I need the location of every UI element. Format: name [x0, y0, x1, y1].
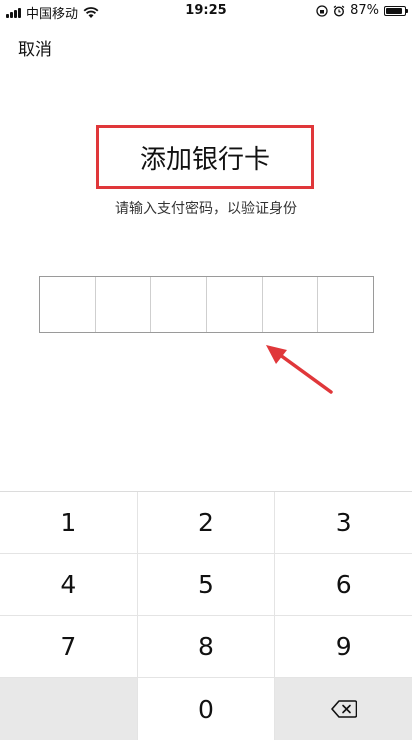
password-input[interactable] — [39, 276, 374, 333]
keypad-key-7[interactable]: 7 — [0, 616, 138, 677]
keypad-key-9[interactable]: 9 — [275, 616, 412, 677]
keypad-row: 789 — [0, 616, 412, 678]
delete-button[interactable] — [275, 678, 412, 740]
keypad-row: 0 — [0, 678, 412, 740]
pin-digit-box[interactable] — [96, 277, 152, 332]
battery-fill — [386, 7, 402, 14]
cancel-button[interactable]: 取消 — [18, 35, 52, 60]
keypad-key-8[interactable]: 8 — [138, 616, 276, 677]
numeric-keypad: 1234567890 — [0, 491, 412, 740]
keypad-key-4[interactable]: 4 — [0, 554, 138, 615]
keypad-row: 456 — [0, 554, 412, 616]
pin-digit-box[interactable] — [40, 277, 96, 332]
pin-digit-box[interactable] — [318, 277, 373, 332]
status-bar: 中国移动 19:25 87% — [0, 0, 412, 22]
rotation-lock-icon — [316, 4, 328, 17]
arrow-annotation-icon — [266, 345, 333, 394]
pin-digit-box[interactable] — [263, 277, 319, 332]
keypad-key-6[interactable]: 6 — [275, 554, 412, 615]
keypad-key-1[interactable]: 1 — [0, 492, 138, 553]
keypad-key-3[interactable]: 3 — [275, 492, 412, 553]
keypad-key-0[interactable]: 0 — [138, 678, 276, 740]
keypad-key-5[interactable]: 5 — [138, 554, 276, 615]
keypad-key-2[interactable]: 2 — [138, 492, 276, 553]
keypad-blank — [0, 678, 138, 740]
page-title: 添加银行卡 — [139, 145, 270, 175]
battery-percent: 87% — [350, 3, 379, 18]
alarm-icon — [333, 5, 345, 17]
keypad-row: 123 — [0, 492, 412, 554]
battery-icon — [384, 5, 408, 16]
pin-digit-box[interactable] — [207, 277, 263, 332]
pin-digit-box[interactable] — [151, 277, 208, 332]
page-subtitle: 请输入支付密码，以验证身份 — [115, 201, 297, 217]
delete-icon — [330, 700, 357, 718]
status-right: 87% — [316, 3, 408, 18]
